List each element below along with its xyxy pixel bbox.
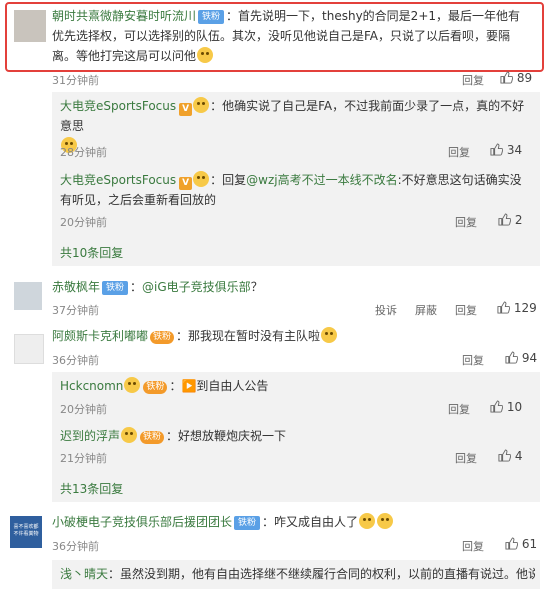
reply-body: 大电竞eSportsFocus V ：回复@wzj高考不过一本线不改名:不好意思这句… [60,170,530,210]
reply-body: 迟到的浮声 铁粉 ：好想放鞭炮庆祝一下 [60,426,530,446]
like-count: 4 [514,449,523,463]
thumbs-up-icon [498,213,511,226]
comment-text: ？ [250,280,263,294]
reply-text: ：▶️到自由人公告 [169,379,269,393]
comment-text-prefix: ： [130,280,143,294]
fan-badge: 铁粉 [143,381,168,394]
thumbs-up-icon [505,351,518,364]
reply-button[interactable]: 回复 [455,302,477,318]
reply-button[interactable]: 回复 [448,401,470,417]
reply-button[interactable]: 回复 [462,538,484,554]
fan-badge: 铁粉 [198,10,225,24]
avatar[interactable] [14,10,46,42]
verified-icon: V [179,177,193,190]
like-button[interactable]: 2 [498,213,522,227]
reply-button[interactable]: 回复 [462,352,484,368]
like-count: 10 [506,400,523,414]
reply-text: ：虽然没到期，他有自由选择继不继续履行合同的权利，以前的直播有说过。他说的 [108,567,535,581]
more-replies-link[interactable]: 共10条回复 [60,244,123,261]
reply-username[interactable]: 浅丶晴天 [60,567,108,581]
reply-username[interactable]: 迟到的浮声 [60,429,120,443]
emoji-icon [193,171,210,187]
username[interactable]: 朝时共熹微静安暮时听流川 [52,9,196,23]
like-count: 34 [506,143,523,157]
thumbs-up-icon [497,301,510,314]
emoji-icon [321,327,338,343]
like-button[interactable]: 4 [498,449,522,463]
more-replies-link[interactable]: 共13条回复 [60,480,123,497]
avatar[interactable]: 喜不喜欢都 不许看粪物 [10,516,42,548]
comment-body: 小破梗电子竞技俱乐部后援团团长 铁粉 ：咋又成自由人了 [52,512,530,532]
reply-time: 21分钟前 [60,452,107,465]
thumbs-up-icon [498,449,511,462]
comment-body: 阿颇斯卡克利嘟嘟 铁粉 ：那我现在暂时没有主队啦 [52,326,530,346]
comment-text: ：咋又成自由人了 [262,515,359,529]
comment-time: 36分钟前 [52,540,99,553]
username[interactable]: 赤敬枫年 [52,280,100,294]
like-button[interactable]: 61 [505,537,537,551]
thumbs-up-icon [500,71,513,84]
emoji-icon [121,427,138,443]
fan-badge: 铁粉 [234,516,261,530]
thumbs-up-icon [490,143,503,156]
reply-body: Hckcnomn 铁粉 ：▶️到自由人公告 [60,376,530,396]
like-button[interactable]: 129 [497,301,537,315]
like-button[interactable]: 34 [490,143,522,157]
thumbs-up-icon [505,537,518,550]
report-button[interactable]: 投诉 [375,302,397,318]
mention-link[interactable]: @iG电子竞技俱乐部 [142,280,251,294]
emoji-icon [359,513,376,529]
avatar[interactable] [14,282,42,310]
emoji-icon [377,513,394,529]
reply-time: 28分钟前 [60,146,107,159]
reply-time: 20分钟前 [60,403,107,416]
username[interactable]: 小破梗电子竞技俱乐部后援团团长 [52,515,232,529]
like-count: 129 [513,301,537,315]
verified-icon: V [179,103,193,116]
reply-button[interactable]: 回复 [462,72,484,88]
like-button[interactable]: 94 [505,351,537,365]
reply-button[interactable]: 回复 [455,450,477,466]
reply-username[interactable]: 大电竞eSportsFocus [60,173,176,187]
like-button[interactable]: 89 [500,71,532,85]
username[interactable]: 阿颇斯卡克利嘟嘟 [52,329,148,343]
comment-body: 赤敬枫年 铁粉 ：@iG电子竞技俱乐部？ [52,277,530,297]
emoji-icon [197,47,214,63]
like-count: 94 [521,351,538,365]
reply-body: 浅丶晴天：虽然没到期，他有自由选择继不继续履行合同的权利，以前的直播有说过。他说… [60,564,535,584]
reply-text-prefix: ：回复 [210,173,247,187]
thumbs-up-icon [490,400,503,413]
like-button[interactable]: 10 [490,400,522,414]
like-count: 2 [514,213,523,227]
fan-badge: 铁粉 [140,431,165,444]
mention-link[interactable]: @wzj高考不过一本线不改名 [246,173,397,187]
comment-body: 朝时共熹微静安暮时听流川 铁粉 ：首先说明一下，theshy的合同是2+1，最后一年… [52,6,530,66]
block-button[interactable]: 屏蔽 [415,302,437,318]
like-count: 89 [516,71,533,85]
avatar[interactable] [14,334,44,364]
emoji-icon [193,97,210,113]
comment-text: ：那我现在暂时没有主队啦 [176,329,321,343]
reply-username[interactable]: 大电竞eSportsFocus [60,99,176,113]
fan-badge: 铁粉 [150,331,175,344]
reply-username[interactable]: Hckcnomn [60,379,123,393]
reply-text: ：好想放鞭炮庆祝一下 [166,429,287,443]
reply-time: 20分钟前 [60,216,107,229]
comment-time: 37分钟前 [52,304,99,317]
fan-badge: 铁粉 [102,281,129,295]
reply-button[interactable]: 回复 [448,144,470,160]
comment-time: 36分钟前 [52,354,99,367]
like-count: 61 [521,537,538,551]
reply-button[interactable]: 回复 [455,214,477,230]
comment-time: 31分钟前 [52,74,99,87]
emoji-icon [124,377,141,393]
